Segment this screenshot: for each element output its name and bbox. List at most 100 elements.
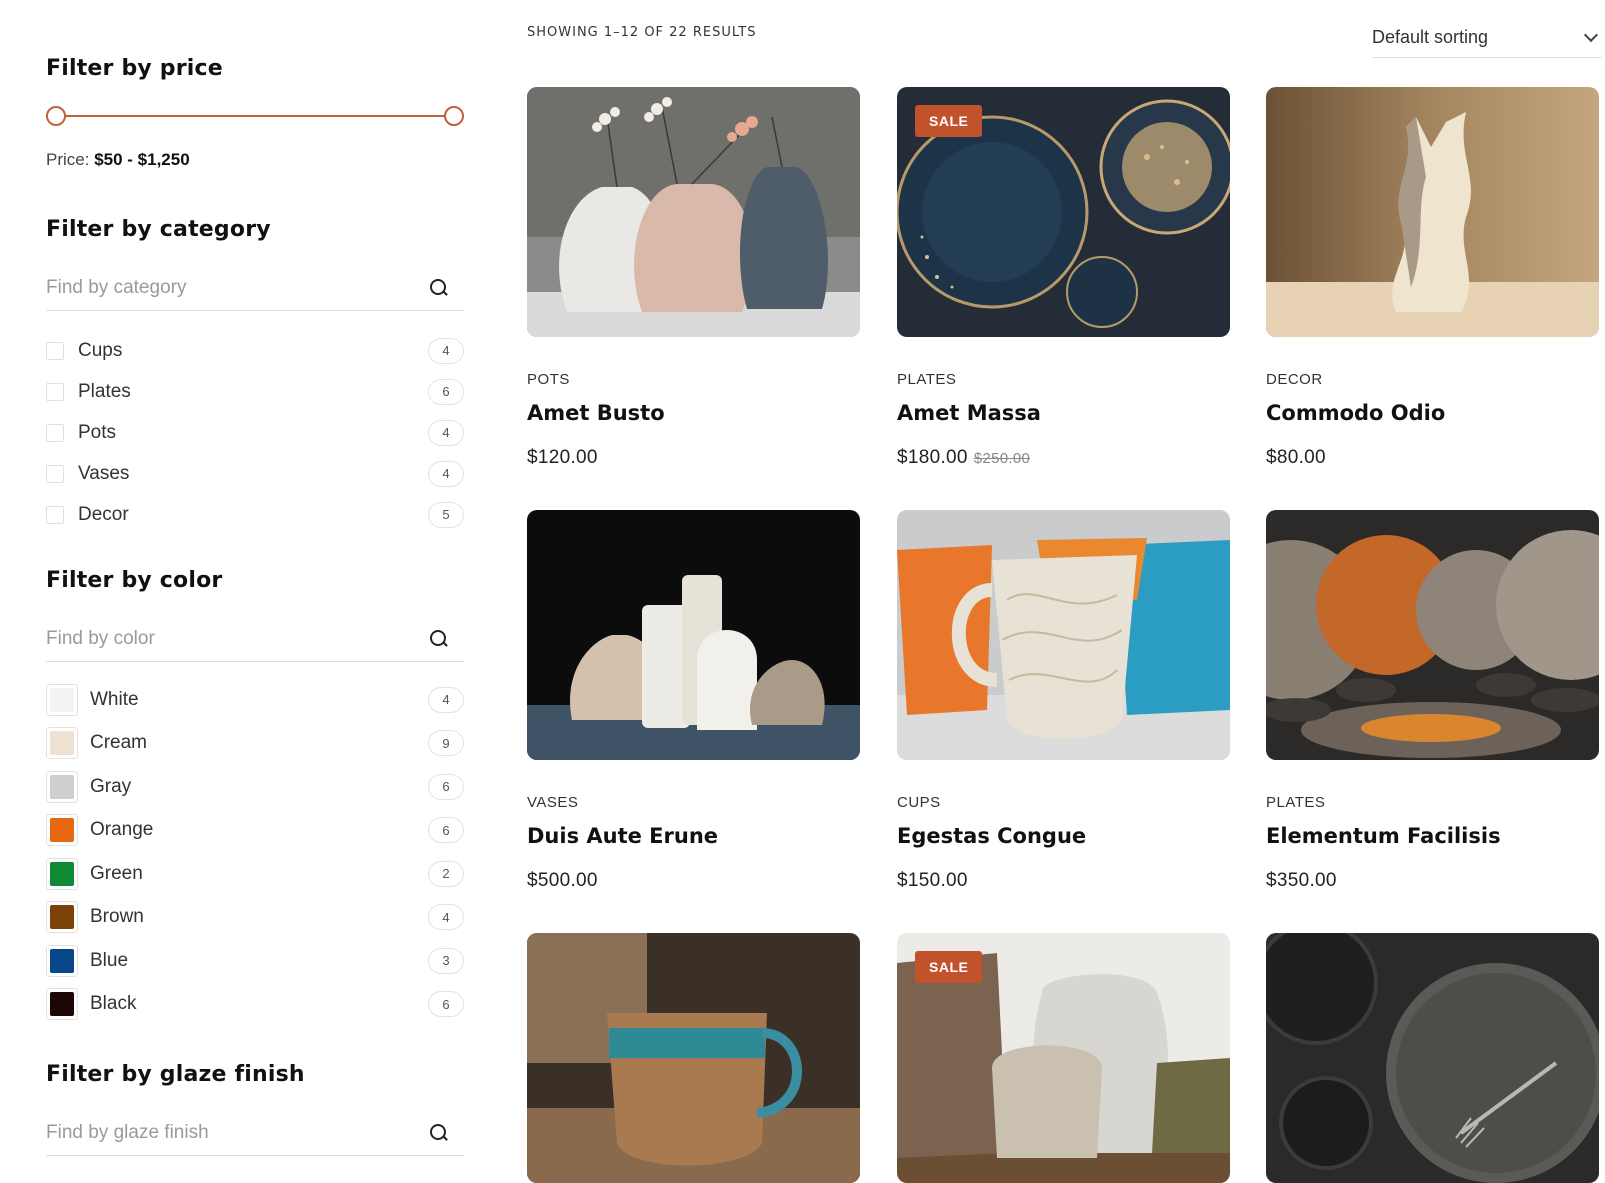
checkbox[interactable]: [46, 382, 64, 401]
color-item-brown[interactable]: Brown 4: [46, 896, 464, 940]
price-min-handle[interactable]: [46, 106, 66, 126]
category-search-input[interactable]: Find by category: [46, 265, 464, 311]
color-swatch[interactable]: [46, 944, 78, 977]
price-filter-title: Filter by price: [46, 56, 223, 81]
product-card[interactable]: CUPS Egestas Congue $150.00: [897, 510, 1230, 891]
product-card[interactable]: VASES Duis Aute Erune $500.00: [527, 510, 860, 891]
glaze-search-placeholder: Find by glaze finish: [46, 1121, 209, 1143]
product-card[interactable]: SALE PLATES Amet Massa $180.00 $250.00: [897, 87, 1230, 468]
color-label: Blue: [90, 949, 129, 971]
count-badge: 6: [428, 817, 464, 844]
product-price: $500.00: [527, 870, 598, 892]
product-category[interactable]: POTS: [527, 371, 570, 388]
price-max-handle[interactable]: [444, 106, 464, 126]
color-label: Orange: [90, 819, 154, 841]
color-list: White 4 Cream 9 Gray 6 Orange 6 Green 2 …: [46, 678, 464, 1026]
sculpture-illustration: [1266, 87, 1599, 337]
product-image[interactable]: [897, 510, 1230, 760]
category-label: Vases: [78, 462, 130, 484]
product-title[interactable]: Duis Aute Erune: [527, 824, 718, 848]
search-icon[interactable]: [428, 628, 450, 650]
color-swatch[interactable]: [46, 683, 78, 716]
count-badge: 3: [428, 947, 464, 974]
current-price: $120.00: [527, 447, 598, 468]
product-image[interactable]: [527, 933, 860, 1183]
category-item-decor[interactable]: Decor 5: [46, 494, 464, 535]
color-label: Brown: [90, 906, 144, 928]
product-image[interactable]: [1266, 87, 1599, 337]
product-card[interactable]: DECOR Commodo Odio $80.00: [1266, 87, 1599, 468]
product-image[interactable]: [1266, 933, 1599, 1183]
glaze-search-input[interactable]: Find by glaze finish: [46, 1110, 464, 1156]
color-item-black[interactable]: Black 6: [46, 983, 464, 1027]
product-category[interactable]: PLATES: [1266, 794, 1325, 811]
checkbox[interactable]: [46, 341, 64, 360]
color-swatch[interactable]: [46, 814, 78, 847]
checkbox[interactable]: [46, 464, 64, 483]
white-vases-illustration: [527, 510, 860, 760]
product-image[interactable]: [1266, 510, 1599, 760]
category-search-placeholder: Find by category: [46, 276, 187, 298]
category-label: Decor: [78, 503, 129, 525]
color-swatch[interactable]: [46, 727, 78, 760]
count-badge: 2: [428, 860, 464, 887]
sale-badge: SALE: [915, 105, 983, 137]
product-category[interactable]: CUPS: [897, 794, 941, 811]
search-icon[interactable]: [428, 1122, 450, 1144]
product-title[interactable]: Egestas Congue: [897, 824, 1086, 848]
product-title[interactable]: Amet Busto: [527, 401, 665, 425]
color-item-green[interactable]: Green 2: [46, 852, 464, 896]
count-badge: 5: [428, 501, 464, 528]
product-category[interactable]: VASES: [527, 794, 578, 811]
color-swatch[interactable]: [46, 901, 78, 934]
color-item-orange[interactable]: Orange 6: [46, 809, 464, 853]
swatch-fill: [50, 731, 74, 756]
product-title[interactable]: Commodo Odio: [1266, 401, 1445, 425]
product-title[interactable]: Elementum Facilisis: [1266, 824, 1501, 848]
product-card[interactable]: POTS Amet Busto $120.00: [527, 87, 860, 468]
category-item-vases[interactable]: Vases 4: [46, 453, 464, 494]
category-item-plates[interactable]: Plates 6: [46, 371, 464, 412]
product-image[interactable]: [527, 510, 860, 760]
color-item-gray[interactable]: Gray 6: [46, 765, 464, 809]
count-badge: 6: [428, 773, 464, 800]
count-badge: 4: [428, 904, 464, 931]
checkbox[interactable]: [46, 423, 64, 442]
search-icon[interactable]: [428, 277, 450, 299]
speckled-plates-illustration: [1266, 510, 1599, 760]
product-category[interactable]: DECOR: [1266, 371, 1323, 388]
product-price: $350.00: [1266, 870, 1337, 892]
swatch-fill: [50, 861, 74, 886]
product-title[interactable]: Amet Massa: [897, 401, 1041, 425]
product-card[interactable]: [1266, 933, 1599, 1183]
color-swatch[interactable]: [46, 988, 78, 1021]
glaze-filter-title: Filter by glaze finish: [46, 1062, 305, 1087]
checkbox[interactable]: [46, 505, 64, 524]
price-range-value: $50 - $1,250: [94, 150, 190, 169]
product-image[interactable]: [527, 87, 860, 337]
color-label: Cream: [90, 732, 148, 754]
product-card[interactable]: [527, 933, 860, 1183]
price-range-slider[interactable]: [46, 104, 464, 128]
vases-illustration: [527, 87, 860, 337]
color-item-blue[interactable]: Blue 3: [46, 939, 464, 983]
color-swatch[interactable]: [46, 857, 78, 890]
product-image[interactable]: SALE: [897, 933, 1230, 1183]
product-image[interactable]: SALE: [897, 87, 1230, 337]
product-card[interactable]: SALE: [897, 933, 1230, 1183]
product-card[interactable]: PLATES Elementum Facilisis $350.00: [1266, 510, 1599, 891]
sort-dropdown[interactable]: Default sorting: [1372, 18, 1602, 58]
category-label: Pots: [78, 421, 117, 443]
current-price: $350.00: [1266, 870, 1337, 891]
category-item-pots[interactable]: Pots 4: [46, 412, 464, 453]
color-item-cream[interactable]: Cream 9: [46, 722, 464, 766]
swatch-fill: [50, 687, 74, 712]
sort-selected-value: Default sorting: [1372, 27, 1489, 47]
product-price: $120.00: [527, 447, 598, 469]
swatch-fill: [50, 948, 74, 973]
category-item-cups[interactable]: Cups 4: [46, 330, 464, 371]
color-swatch[interactable]: [46, 770, 78, 803]
color-search-input[interactable]: Find by color: [46, 616, 464, 662]
product-category[interactable]: PLATES: [897, 371, 956, 388]
color-item-white[interactable]: White 4: [46, 678, 464, 722]
